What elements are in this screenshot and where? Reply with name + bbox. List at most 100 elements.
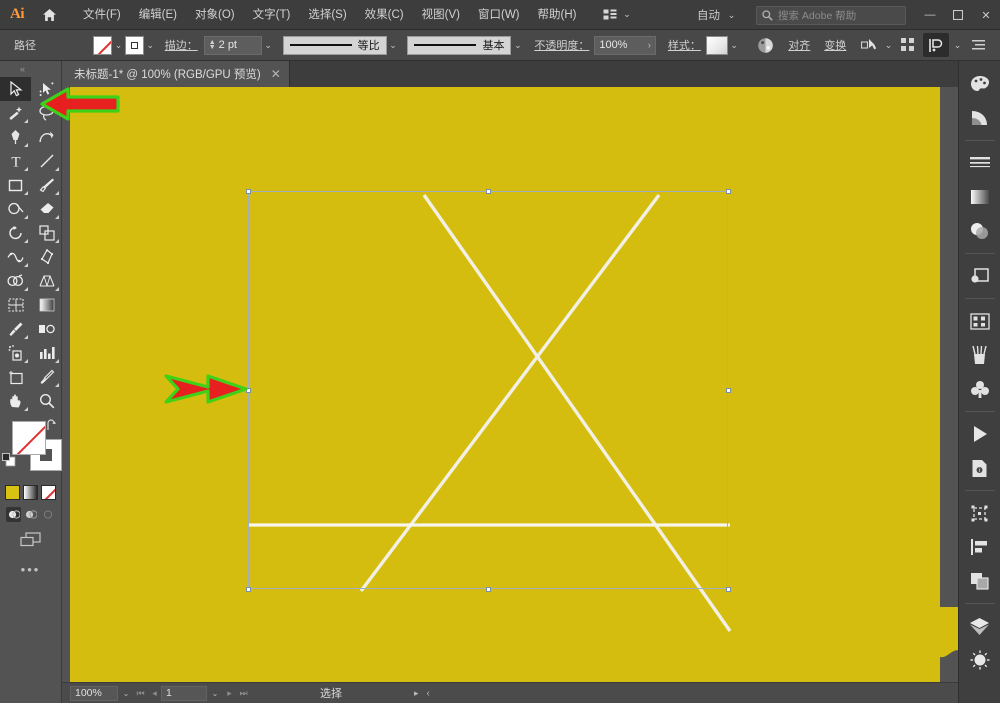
transform-button[interactable]: 变换 — [824, 37, 846, 53]
zoom-tool-icon[interactable] — [31, 389, 62, 413]
draw-normal-mode[interactable] — [6, 507, 21, 522]
gradient-tool-icon[interactable] — [31, 293, 62, 317]
shaper-tool-icon[interactable] — [0, 197, 31, 221]
eraser-tool-icon[interactable] — [31, 197, 62, 221]
align-button[interactable]: 对齐 — [788, 37, 810, 53]
close-icon[interactable]: ✕ — [271, 67, 281, 81]
home-icon[interactable] — [34, 0, 64, 30]
menu-file[interactable]: 文件(F) — [74, 0, 130, 30]
menu-select[interactable]: 选择(S) — [299, 0, 355, 30]
stroke-weight-caret-icon[interactable]: ⌄ — [262, 40, 275, 51]
menu-edit[interactable]: 编辑(E) — [130, 0, 186, 30]
menu-effect[interactable]: 效果(C) — [356, 0, 413, 30]
eyedropper-tool-icon[interactable] — [0, 317, 31, 341]
first-artboard-button[interactable]: ⏮ — [134, 688, 147, 699]
color-panel-icon[interactable] — [959, 67, 1000, 101]
stroke-weight-input[interactable]: ▲ ▼ 2 pt — [203, 35, 262, 55]
default-fill-stroke-icon[interactable] — [2, 453, 17, 471]
arrange-documents-button[interactable]: ⌄ — [599, 7, 637, 23]
transparency-panel-icon[interactable] — [959, 214, 1000, 248]
stroke-profile-caret-icon[interactable]: ⌄ — [387, 40, 400, 51]
opacity-caret-icon[interactable]: › — [648, 40, 651, 50]
swap-fill-stroke-icon[interactable] — [46, 419, 59, 435]
change-screen-mode-button[interactable] — [0, 532, 61, 548]
style-caret-icon[interactable]: ⌄ — [728, 40, 741, 51]
brush-definition-select[interactable]: 基本 — [407, 35, 512, 55]
selection-handle[interactable] — [725, 188, 731, 194]
fill-caret-icon[interactable]: ⌄ — [112, 40, 125, 51]
align-panel-icon[interactable] — [959, 530, 1000, 564]
width-tool-icon[interactable] — [0, 245, 31, 269]
lasso-tool-icon[interactable] — [31, 101, 62, 125]
close-button[interactable]: ✕ — [972, 0, 1000, 30]
zoom-caret-icon[interactable]: ⌄ — [118, 689, 134, 698]
next-artboard-button[interactable]: ▸ — [223, 688, 236, 699]
panel-menu-button[interactable] — [966, 33, 992, 57]
perspective-grid-tool-icon[interactable] — [31, 269, 62, 293]
stroke-panel-icon[interactable] — [959, 146, 1000, 180]
arrange-grid-button[interactable] — [895, 33, 921, 57]
none-swatch[interactable] — [41, 485, 56, 500]
slice-tool-icon[interactable] — [31, 365, 62, 389]
selection-handle[interactable] — [725, 586, 731, 592]
rectangle-tool-icon[interactable] — [0, 173, 31, 197]
status-menu-icon[interactable]: ▸ — [414, 688, 419, 699]
color-guide-panel-icon[interactable] — [959, 101, 1000, 135]
menu-view[interactable]: 视图(V) — [413, 0, 469, 30]
menu-help[interactable]: 帮助(H) — [529, 0, 586, 30]
last-artboard-button[interactable]: ⏭ — [237, 688, 250, 699]
selection-handle[interactable] — [245, 586, 251, 592]
shape-builder-tool-icon[interactable] — [0, 269, 31, 293]
symbol-sprayer-tool-icon[interactable] — [0, 341, 31, 365]
draw-behind-mode[interactable] — [23, 507, 38, 522]
column-graph-tool-icon[interactable] — [31, 341, 62, 365]
menu-window[interactable]: 窗口(W) — [469, 0, 529, 30]
collapse-panel-icon[interactable]: « — [0, 61, 61, 77]
selection-handle[interactable] — [245, 387, 251, 393]
blend-tool-icon[interactable] — [31, 317, 62, 341]
actions-panel-icon[interactable] — [959, 417, 1000, 451]
artboard-number-input[interactable]: 1 — [161, 685, 207, 701]
appearance-panel-icon[interactable] — [959, 643, 1000, 677]
direct-selection-tool-icon[interactable] — [31, 77, 62, 101]
image-trace-panel-icon[interactable] — [959, 304, 1000, 338]
fill-swatch-button[interactable] — [93, 35, 113, 55]
status-chevron-icon[interactable]: ‹ — [427, 688, 430, 699]
snap-caret-icon[interactable]: ⌄ — [951, 40, 964, 51]
transform-panel-icon[interactable] — [959, 496, 1000, 530]
stroke-profile-select[interactable]: 等比 — [282, 35, 387, 55]
edit-toolbar-button[interactable]: ••• — [0, 562, 61, 577]
menu-type[interactable]: 文字(T) — [244, 0, 300, 30]
select-similar-caret-icon[interactable]: ⌄ — [882, 40, 895, 51]
layers-panel-icon[interactable] — [959, 609, 1000, 643]
selection-bounding-box[interactable] — [248, 191, 728, 589]
stepper-icon[interactable]: ▲ ▼ — [209, 39, 216, 51]
symbols-panel-icon[interactable] — [959, 372, 1000, 406]
paintbrush-tool-icon[interactable] — [31, 173, 62, 197]
stroke-caret-icon[interactable]: ⌄ — [144, 40, 157, 51]
minimize-button[interactable]: — — [916, 0, 944, 30]
select-similar-button[interactable] — [856, 33, 882, 57]
selection-handle[interactable] — [485, 188, 491, 194]
snap-to-glyph-button[interactable] — [923, 33, 949, 57]
search-input[interactable]: 搜索 Adobe 帮助 — [756, 5, 906, 25]
selection-tool-icon[interactable] — [0, 77, 31, 101]
brushes-panel-icon[interactable] — [959, 338, 1000, 372]
gradient-panel-icon[interactable] — [959, 180, 1000, 214]
gradient-swatch[interactable] — [23, 485, 38, 500]
previous-artboard-button[interactable]: ◂ — [148, 688, 161, 699]
pen-tool-icon[interactable] — [0, 125, 31, 149]
document-tab[interactable]: 未标题-1* @ 100% (RGB/GPU 预览) ✕ — [62, 61, 290, 87]
workspace-switcher[interactable]: 自动 ⌄ — [689, 7, 746, 23]
free-transform-tool-icon[interactable] — [31, 245, 62, 269]
pathfinder2-panel-icon[interactable] — [959, 564, 1000, 598]
line-segment-tool-icon[interactable] — [31, 149, 62, 173]
graphic-style-swatch[interactable] — [705, 35, 728, 55]
rotate-tool-icon[interactable] — [0, 221, 31, 245]
document-info-panel-icon[interactable]: i — [959, 451, 1000, 485]
selection-handle[interactable] — [725, 387, 731, 393]
draw-inside-mode[interactable] — [40, 507, 55, 522]
selection-handle[interactable] — [245, 188, 251, 194]
mesh-tool-icon[interactable] — [0, 293, 31, 317]
recolor-artwork-button[interactable] — [753, 33, 779, 57]
